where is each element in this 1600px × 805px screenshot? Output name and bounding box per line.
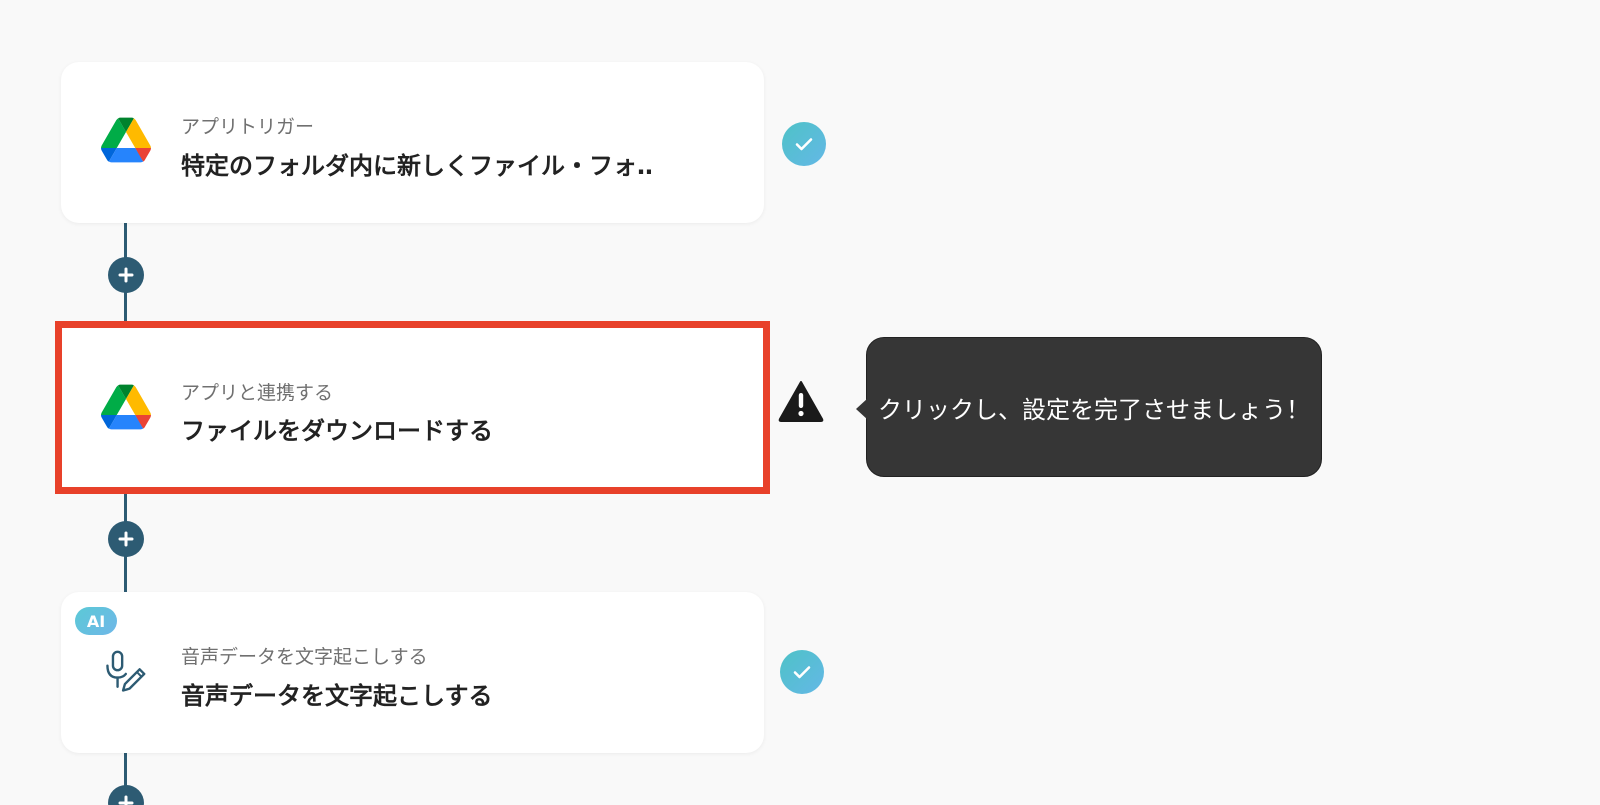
- microphone-pen-icon: [106, 650, 146, 692]
- add-step-button[interactable]: [108, 521, 144, 557]
- setup-hint-tooltip: クリックし、設定を完了させましょう！: [856, 337, 1322, 477]
- step-subtitle: アプリトリガー: [181, 116, 315, 138]
- step-subtitle: アプリと連携する: [181, 382, 334, 404]
- plus-icon: [118, 531, 134, 547]
- step-complete-check-icon: [780, 650, 824, 694]
- warning-icon: [778, 381, 824, 422]
- flow-step-card-transcribe[interactable]: AI 音声データを文字起こしする 音声データを文字起こしする: [61, 592, 764, 753]
- flow-step-card-trigger[interactable]: アプリトリガー 特定のフォルダ内に新しくファイル・フォ…: [61, 62, 764, 223]
- step-complete-check-icon: [782, 122, 826, 166]
- google-drive-icon: [101, 117, 151, 163]
- add-step-button[interactable]: [108, 257, 144, 293]
- step-title: 特定のフォルダ内に新しくファイル・フォ…: [181, 152, 651, 180]
- ai-badge: AI: [75, 607, 117, 635]
- step-title: 音声データを文字起こしする: [181, 682, 493, 710]
- plus-icon: [118, 795, 134, 805]
- flow-canvas: アプリトリガー 特定のフォルダ内に新しくファイル・フォ… アプリと連携する ファ…: [0, 0, 1600, 805]
- step-subtitle: 音声データを文字起こしする: [181, 646, 428, 668]
- step-title: ファイルをダウンロードする: [181, 417, 493, 445]
- add-step-button[interactable]: [108, 785, 144, 805]
- plus-icon: [118, 267, 134, 283]
- google-drive-icon: [101, 384, 151, 430]
- tooltip-text: クリックし、設定を完了させましょう！: [878, 395, 1310, 424]
- flow-step-card-download[interactable]: アプリと連携する ファイルをダウンロードする: [55, 321, 770, 494]
